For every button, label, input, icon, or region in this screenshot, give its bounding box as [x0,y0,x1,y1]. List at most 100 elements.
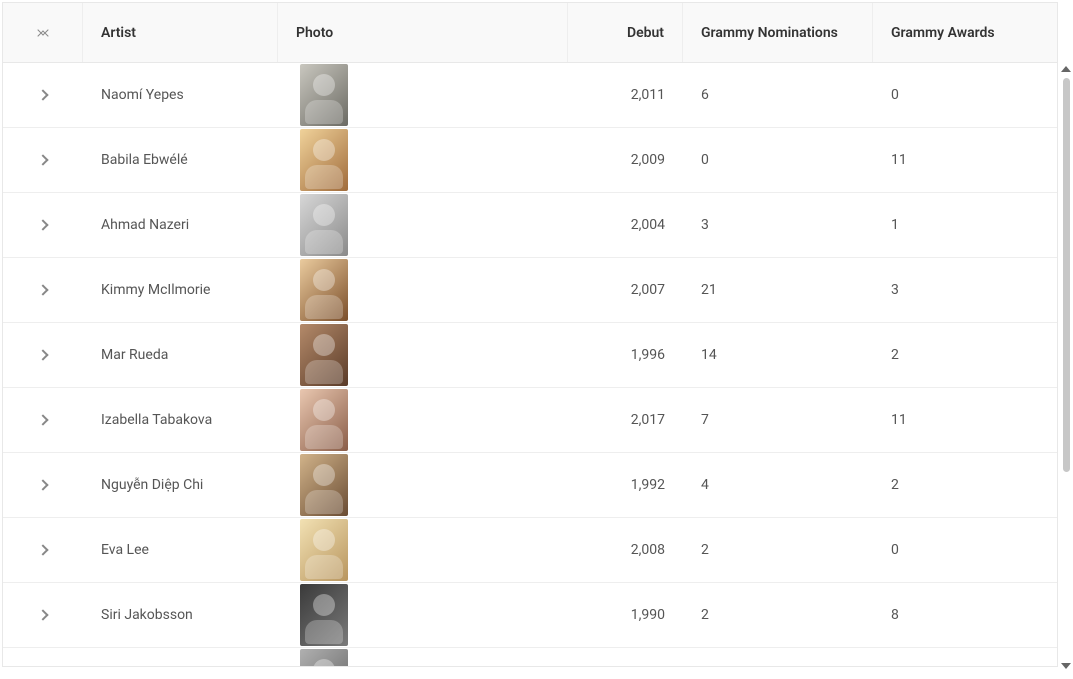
cell-debut: 2,004 [568,193,683,257]
cell-awards: 2 [873,453,1053,517]
cell-photo [278,323,568,387]
cell-debut: 2,008 [568,518,683,582]
cell-nominations: 3 [683,193,873,257]
row-expand-toggle[interactable] [3,583,83,647]
cell-awards: 11 [873,388,1053,452]
cell-photo [278,258,568,322]
table-row: Ahmad Nazeri 2,004 3 1 [3,193,1057,258]
row-expand-toggle[interactable] [3,63,83,127]
header-awards[interactable]: Grammy Awards [873,3,1053,62]
table-row: Kimmy McIlmorie 2,007 21 3 [3,258,1057,323]
cell-nominations: 5 [683,648,873,666]
cell-nominations: 7 [683,388,873,452]
chevron-right-icon [37,349,48,360]
artist-photo [300,389,348,451]
cell-debut: 1,990 [568,583,683,647]
cell-photo [278,193,568,257]
row-expand-toggle[interactable] [3,258,83,322]
cell-awards: 1 [873,193,1053,257]
data-grid: Artist Photo Debut Grammy Nominations Gr… [2,2,1058,667]
cell-artist: Naomí Yepes [83,63,278,127]
row-expand-toggle[interactable] [3,128,83,192]
chevron-right-icon [37,154,48,165]
row-expand-toggle[interactable] [3,388,83,452]
cell-nominations: 4 [683,453,873,517]
scrollbar-thumb[interactable] [1063,78,1070,472]
cell-photo [278,518,568,582]
chevron-right-icon [37,89,48,100]
artist-photo [300,64,348,126]
cell-debut: 2,017 [568,388,683,452]
cell-debut: 1,992 [568,453,683,517]
artist-photo [300,584,348,646]
cell-artist: Siri Jakobsson [83,583,278,647]
cell-artist: Nguyễn Diệp Chi [83,453,278,517]
chevron-right-icon [37,414,48,425]
artist-photo [300,129,348,191]
cell-nominations: 14 [683,323,873,387]
cell-nominations: 6 [683,63,873,127]
cell-photo [278,63,568,127]
table-row: Eva Lee 2,008 2 0 [3,518,1057,583]
artist-photo [300,194,348,256]
table-row: Siri Jakobsson 1,990 2 8 [3,583,1057,648]
cell-photo [278,388,568,452]
scrollbar-track[interactable] [1060,78,1073,638]
artist-photo [300,324,348,386]
row-expand-toggle[interactable] [3,518,83,582]
scroll-down-button[interactable] [1061,663,1071,669]
cell-awards: 2 [873,323,1053,387]
cell-awards: 11 [873,128,1053,192]
cell-artist: Mar Rueda [83,323,278,387]
header-nominations[interactable]: Grammy Nominations [683,3,873,62]
grid-header: Artist Photo Debut Grammy Nominations Gr… [3,3,1057,63]
expand-collapse-all-icon [39,26,47,40]
cell-debut: 1,996 [568,323,683,387]
chevron-right-icon [37,284,48,295]
cell-nominations: 21 [683,258,873,322]
cell-nominations: 2 [683,583,873,647]
chevron-right-icon [37,219,48,230]
header-debut[interactable]: Debut [568,3,683,62]
table-row: Mar Rueda 1,996 14 2 [3,323,1057,388]
row-expand-toggle[interactable] [3,323,83,387]
cell-debut: 2,011 [568,648,683,666]
chevron-right-icon [37,479,48,490]
table-row: Pablo Cambeiro 2,011 5 0 [3,648,1057,666]
cell-photo [278,128,568,192]
grid-body: Naomí Yepes 2,011 6 0 Babila Ebwélé 2,00… [3,63,1057,666]
cell-nominations: 2 [683,518,873,582]
artist-photo [300,454,348,516]
cell-debut: 2,011 [568,63,683,127]
cell-awards: 0 [873,63,1053,127]
table-row: Izabella Tabakova 2,017 7 11 [3,388,1057,453]
row-expand-toggle[interactable] [3,453,83,517]
cell-artist: Eva Lee [83,518,278,582]
cell-nominations: 0 [683,128,873,192]
chevron-right-icon [37,544,48,555]
cell-debut: 2,007 [568,258,683,322]
cell-photo [278,453,568,517]
cell-awards: 0 [873,648,1053,666]
cell-artist: Ahmad Nazeri [83,193,278,257]
artist-photo [300,519,348,581]
row-expand-toggle[interactable] [3,193,83,257]
cell-photo [278,583,568,647]
header-artist[interactable]: Artist [83,3,278,62]
cell-artist: Izabella Tabakova [83,388,278,452]
row-expand-toggle[interactable] [3,648,83,666]
header-photo[interactable]: Photo [278,3,568,62]
header-expand-all[interactable] [3,3,83,62]
chevron-right-icon [37,609,48,620]
cell-photo [278,648,568,666]
scroll-up-button[interactable] [1061,66,1071,72]
cell-awards: 8 [873,583,1053,647]
table-row: Naomí Yepes 2,011 6 0 [3,63,1057,128]
cell-debut: 2,009 [568,128,683,192]
table-row: Babila Ebwélé 2,009 0 11 [3,128,1057,193]
cell-artist: Babila Ebwélé [83,128,278,192]
artist-photo [300,649,348,666]
cell-artist: Pablo Cambeiro [83,648,278,666]
cell-awards: 3 [873,258,1053,322]
artist-photo [300,259,348,321]
